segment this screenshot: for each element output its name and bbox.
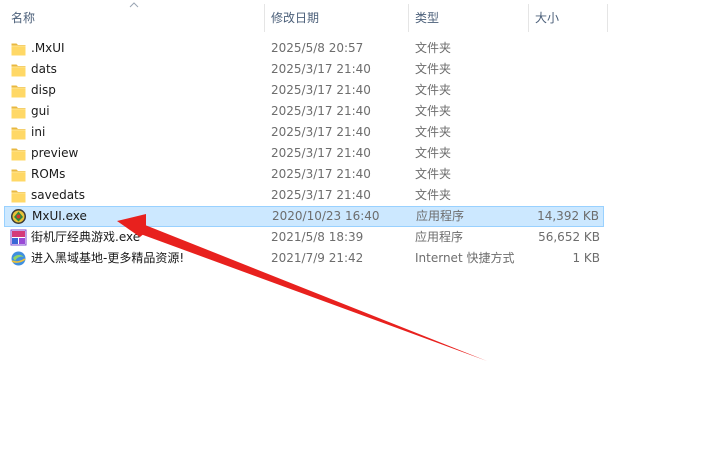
- file-modified-date: 2025/3/17 21:40: [271, 188, 371, 202]
- file-type: 文件夹: [415, 146, 452, 160]
- folder-icon: [10, 61, 27, 78]
- folder-icon: [10, 40, 27, 57]
- file-modified-date: 2025/3/17 21:40: [271, 104, 371, 118]
- folder-icon: [10, 166, 27, 183]
- file-name: 进入黑域基地-更多精品资源!: [31, 251, 185, 265]
- file-modified-date: 2025/5/8 20:57: [271, 41, 364, 55]
- file-type: 文件夹: [415, 83, 452, 97]
- file-row[interactable]: 进入黑域基地-更多精品资源! 2021/7/9 21:42 Internet 快…: [4, 248, 604, 269]
- file-modified-date: 2021/5/8 18:39: [271, 230, 364, 244]
- file-modified-date: 2020/10/23 16:40: [272, 209, 380, 223]
- file-name: ROMs: [31, 167, 66, 181]
- file-name: 街机厅经典游戏.exe: [31, 230, 141, 244]
- file-name: disp: [31, 83, 56, 97]
- folder-icon: [10, 145, 27, 162]
- file-type: Internet 快捷方式: [415, 251, 515, 265]
- arcade-app-icon: [10, 229, 27, 246]
- folder-icon: [10, 82, 27, 99]
- file-modified-date: 2025/3/17 21:40: [271, 146, 371, 160]
- mxui-app-icon: [10, 208, 27, 225]
- file-row[interactable]: 街机厅经典游戏.exe 2021/5/8 18:39 应用程序 56,652 K…: [4, 227, 604, 248]
- file-modified-date: 2021/7/9 21:42: [271, 251, 364, 265]
- column-header-size[interactable]: 大小: [528, 0, 608, 34]
- file-name: ini: [31, 125, 46, 139]
- file-name: savedats: [31, 188, 86, 202]
- file-name: gui: [31, 104, 50, 118]
- file-row[interactable]: ini 2025/3/17 21:40 文件夹: [4, 122, 604, 143]
- file-type: 文件夹: [415, 104, 452, 118]
- column-header-bar: 名称 修改日期 类型 大小: [0, 0, 701, 34]
- file-type: 文件夹: [415, 62, 452, 76]
- file-name: dats: [31, 62, 57, 76]
- column-divider[interactable]: [607, 4, 608, 32]
- file-size: 14,392 KB: [537, 209, 599, 223]
- file-row[interactable]: ROMs 2025/3/17 21:40 文件夹: [4, 164, 604, 185]
- file-row[interactable]: .MxUI 2025/5/8 20:57 文件夹: [4, 38, 604, 59]
- column-header-type[interactable]: 类型: [408, 0, 528, 34]
- file-row[interactable]: preview 2025/3/17 21:40 文件夹: [4, 143, 604, 164]
- file-modified-date: 2025/3/17 21:40: [271, 167, 371, 181]
- file-name: preview: [31, 146, 79, 160]
- internet-shortcut-icon: [10, 250, 27, 267]
- file-size: 1 KB: [572, 251, 600, 265]
- file-name: .MxUI: [31, 41, 65, 55]
- file-type: 文件夹: [415, 125, 452, 139]
- file-size: 56,652 KB: [538, 230, 600, 244]
- file-modified-date: 2025/3/17 21:40: [271, 62, 371, 76]
- file-type: 文件夹: [415, 41, 452, 55]
- file-type: 文件夹: [415, 167, 452, 181]
- file-name: MxUI.exe: [32, 209, 87, 223]
- folder-icon: [10, 124, 27, 141]
- file-row-selected[interactable]: MxUI.exe 2020/10/23 16:40 应用程序 14,392 KB: [4, 206, 604, 227]
- file-type: 应用程序: [416, 209, 465, 223]
- file-type: 文件夹: [415, 188, 452, 202]
- file-row[interactable]: dats 2025/3/17 21:40 文件夹: [4, 59, 604, 80]
- file-row[interactable]: savedats 2025/3/17 21:40 文件夹: [4, 185, 604, 206]
- column-header-date[interactable]: 修改日期: [264, 0, 408, 34]
- file-row[interactable]: disp 2025/3/17 21:40 文件夹: [4, 80, 604, 101]
- file-row[interactable]: gui 2025/3/17 21:40 文件夹: [4, 101, 604, 122]
- file-modified-date: 2025/3/17 21:40: [271, 125, 371, 139]
- file-type: 应用程序: [415, 230, 464, 244]
- column-header-name[interactable]: 名称: [4, 0, 262, 34]
- folder-icon: [10, 103, 27, 120]
- folder-icon: [10, 187, 27, 204]
- file-modified-date: 2025/3/17 21:40: [271, 83, 371, 97]
- file-explorer-view: 名称 修改日期 类型 大小 .MxUI 2025/5/8 20:57 文件夹 d…: [0, 0, 701, 450]
